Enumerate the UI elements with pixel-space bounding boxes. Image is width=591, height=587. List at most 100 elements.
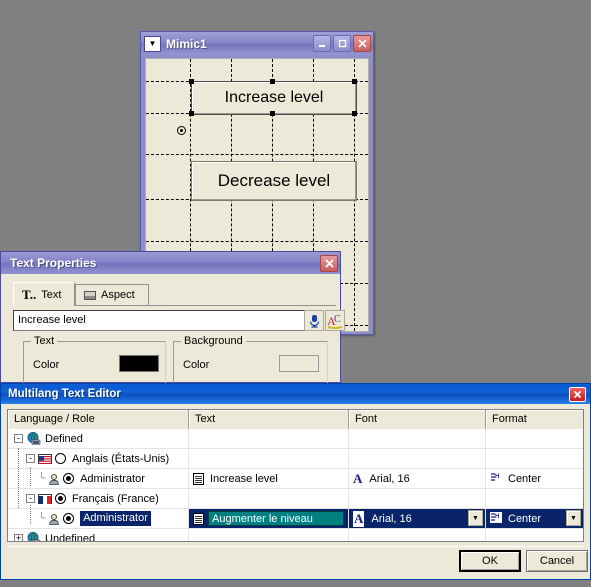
mimic-object-decrease-level[interactable]: Decrease level bbox=[191, 161, 357, 201]
close-icon[interactable] bbox=[569, 386, 586, 402]
table-row[interactable]: - Français (France) bbox=[8, 489, 583, 509]
format-dropdown-arrow[interactable]: ▼ bbox=[566, 510, 581, 526]
panel-icon bbox=[84, 290, 96, 300]
role-radio[interactable] bbox=[63, 513, 75, 524]
text-T-icon: T.. bbox=[22, 286, 37, 302]
divider bbox=[7, 546, 584, 547]
row-font: Arial, 16 bbox=[369, 472, 410, 485]
multilang-body: Language / Role Text Font Format - Defin… bbox=[1, 404, 590, 579]
flag-us-icon bbox=[38, 453, 52, 464]
selection-handle[interactable] bbox=[270, 111, 275, 116]
grid-header: Language / Role Text Font Format bbox=[8, 410, 583, 429]
selection-handle[interactable] bbox=[189, 111, 194, 116]
table-row[interactable]: └ Administrator Increase level A Arial, … bbox=[8, 469, 583, 489]
row-label: Français (France) bbox=[72, 492, 159, 505]
ok-button[interactable]: OK bbox=[459, 550, 521, 572]
chevron-down-icon[interactable]: ▼ bbox=[144, 35, 161, 52]
globe-icon bbox=[27, 532, 41, 541]
text-properties-titlebar[interactable]: Text Properties bbox=[1, 252, 340, 274]
svg-text:C: C bbox=[334, 314, 341, 325]
multilang-titlebar[interactable]: Multilang Text Editor bbox=[1, 384, 590, 404]
row-label: Administrator bbox=[80, 511, 151, 526]
mimic1-titlebar[interactable]: ▼ Mimic1 bbox=[141, 32, 373, 55]
mimic1-window-controls bbox=[313, 35, 371, 52]
tree-branch-icon: └ bbox=[38, 513, 46, 524]
multilang-title: Multilang Text Editor bbox=[8, 388, 121, 400]
svg-text:H: H bbox=[495, 474, 499, 480]
row-text: Increase level bbox=[210, 472, 278, 485]
align-center-icon: H bbox=[490, 512, 502, 525]
flag-fr-icon bbox=[38, 493, 52, 504]
row-format[interactable]: Center bbox=[508, 513, 541, 525]
background-group-legend: Background bbox=[181, 335, 246, 347]
column-header-font[interactable]: Font bbox=[349, 410, 486, 429]
language-grid[interactable]: Language / Role Text Font Format - Defin… bbox=[7, 409, 584, 542]
tab-aspect[interactable]: Aspect bbox=[75, 284, 149, 305]
cancel-button[interactable]: Cancel bbox=[526, 550, 588, 572]
font-dropdown-arrow[interactable]: ▼ bbox=[468, 510, 483, 526]
multilang-icon[interactable] bbox=[304, 310, 324, 331]
background-group: Background Color bbox=[173, 335, 328, 385]
table-row[interactable]: + Undefined bbox=[8, 529, 583, 541]
text-properties-title: Text Properties bbox=[10, 256, 97, 270]
row-format: Center bbox=[508, 472, 542, 485]
text-properties-tabs: T.. Text Aspect bbox=[13, 282, 336, 306]
tab-aspect-label: Aspect bbox=[101, 289, 135, 301]
column-header-language-role[interactable]: Language / Role bbox=[8, 410, 189, 429]
row-label: Defined bbox=[45, 432, 83, 445]
text-value-row: Increase level A C bbox=[13, 310, 345, 331]
text-group-legend: Text bbox=[31, 335, 58, 347]
column-header-format[interactable]: Format bbox=[486, 410, 583, 429]
expander-toggle[interactable]: - bbox=[14, 434, 23, 443]
note-icon bbox=[193, 512, 204, 525]
role-icon bbox=[48, 513, 60, 525]
font-A-icon: A bbox=[353, 510, 365, 527]
role-icon bbox=[48, 473, 60, 485]
text-color-label: Color bbox=[33, 359, 60, 371]
maximize-button[interactable] bbox=[333, 35, 351, 52]
anchor-point-icon[interactable] bbox=[177, 126, 186, 135]
tab-text-label: Text bbox=[41, 288, 62, 301]
selection-handle[interactable] bbox=[352, 79, 357, 84]
mimic1-title: Mimic1 bbox=[166, 36, 207, 51]
expander-toggle[interactable]: - bbox=[26, 454, 35, 463]
close-button[interactable] bbox=[353, 35, 371, 52]
text-group: Text Color bbox=[23, 335, 166, 385]
minimize-button[interactable] bbox=[313, 35, 331, 52]
selection-handle[interactable] bbox=[270, 79, 275, 84]
mimic-object-increase-level[interactable]: Increase level bbox=[191, 81, 357, 115]
note-icon bbox=[193, 472, 204, 485]
mimic-object-increase-level-label: Increase level bbox=[224, 89, 324, 106]
row-label: Anglais (États-Unis) bbox=[72, 452, 170, 465]
row-label: Administrator bbox=[80, 472, 145, 485]
text-color-swatch[interactable] bbox=[119, 355, 159, 372]
expander-toggle[interactable]: + bbox=[14, 534, 23, 541]
font-A-icon: A bbox=[353, 470, 363, 486]
role-radio[interactable] bbox=[63, 473, 75, 484]
language-radio[interactable] bbox=[55, 453, 66, 464]
text-properties-body: T.. Text Aspect Increase level A C Text … bbox=[5, 277, 345, 385]
selection-handle[interactable] bbox=[352, 111, 357, 116]
align-center-icon: H bbox=[490, 472, 502, 485]
close-icon[interactable] bbox=[320, 254, 338, 272]
row-text-editor[interactable]: Augmenter le niveau bbox=[208, 511, 344, 526]
tree-line bbox=[30, 467, 31, 486]
text-value-input[interactable]: Increase level bbox=[13, 310, 305, 331]
dialog-buttons: OK Cancel bbox=[7, 550, 588, 580]
table-row[interactable]: - Anglais (États-Unis) bbox=[8, 449, 583, 469]
table-row-selected[interactable]: └ Administrator Augmenter le niveau A Ar… bbox=[8, 509, 583, 529]
AC-font-icon[interactable]: A C bbox=[325, 310, 345, 331]
tab-text[interactable]: T.. Text bbox=[13, 282, 75, 306]
tree-line bbox=[18, 448, 19, 508]
globe-icon bbox=[27, 432, 41, 446]
row-font[interactable]: Arial, 16 bbox=[371, 513, 411, 525]
language-radio[interactable] bbox=[55, 493, 66, 504]
expander-toggle[interactable]: - bbox=[26, 494, 35, 503]
column-header-text[interactable]: Text bbox=[189, 410, 349, 429]
text-properties-window: Text Properties T.. Text Aspect Increase… bbox=[0, 251, 345, 385]
table-row[interactable]: - Defined bbox=[8, 429, 583, 449]
selection-handle[interactable] bbox=[189, 79, 194, 84]
mimic-object-decrease-level-label: Decrease level bbox=[217, 171, 331, 190]
background-color-swatch[interactable] bbox=[279, 355, 319, 372]
multilang-text-editor-window: Multilang Text Editor Language / Role Te… bbox=[0, 383, 591, 580]
